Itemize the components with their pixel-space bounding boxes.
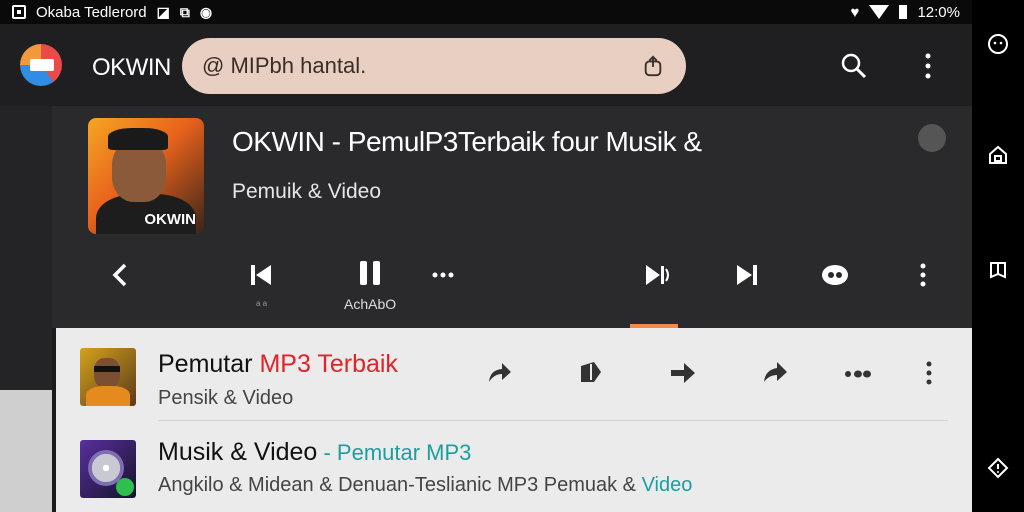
wifi-icon (869, 5, 890, 19)
sync-icon: ◉ (199, 3, 213, 20)
status-left-text: Okaba Tedlerord (36, 3, 147, 21)
album-art[interactable]: OKWIN (88, 118, 204, 234)
reply-icon[interactable] (760, 358, 790, 388)
photo-icon: ◪ (156, 3, 170, 20)
system-nav-rail (972, 0, 1024, 512)
list-item[interactable]: Musik & Video - Pemutar MP3 Angkilo & Mi… (56, 420, 972, 512)
track-list: Pemutar MP3 Terbaik Pensik & Video Musik… (56, 328, 972, 512)
status-bar: Okaba Tedlerord ◪ ⧉ ◉ ♥ 12:0% (0, 0, 972, 24)
skip-next-icon[interactable] (730, 258, 764, 292)
forward-icon[interactable] (668, 358, 698, 388)
left-strip (0, 106, 52, 390)
list-item-thumbnail (80, 348, 136, 406)
signal-icon: ♥ (850, 3, 860, 21)
album-art-figure-hat (108, 128, 168, 150)
list-item-more-vert-icon[interactable] (914, 358, 944, 388)
recents-icon[interactable] (986, 258, 1010, 282)
more-horiz-icon[interactable] (426, 258, 460, 292)
list-item-title-accent: MP3 Terbaik (259, 350, 398, 378)
search-bar[interactable] (182, 38, 686, 94)
battery-icon (899, 5, 908, 19)
list-item-title-accent: Pemutar MP3 (336, 440, 472, 465)
list-item-subtitle-accent: Video (641, 474, 693, 496)
status-left: Okaba Tedlerord ◪ ⧉ ◉ (12, 4, 212, 21)
share-icon[interactable] (642, 55, 664, 77)
list-item-subtitle: Pensik & Video (158, 387, 294, 409)
list-item-title: Pemutar MP3 Terbaik (158, 350, 398, 379)
album-art-text: OKWIN (144, 211, 196, 228)
cast-status-icon: ⧉ (179, 3, 190, 20)
app-logo (20, 44, 62, 86)
search-input[interactable] (202, 53, 622, 79)
pause-icon[interactable] (353, 256, 387, 290)
list-item-title-plain: Pemutar (158, 350, 260, 378)
previous-icon[interactable] (244, 258, 278, 292)
play-label: AchAbO (344, 296, 397, 312)
home-icon[interactable] (986, 143, 1010, 167)
track-subtitle: Pemuik & Video (232, 180, 382, 203)
assistant-icon[interactable] (986, 32, 1010, 56)
left-strip-bottom (0, 390, 52, 512)
status-right-text: 12:0% (917, 3, 960, 21)
share-forward-icon[interactable] (484, 358, 514, 388)
search-icon[interactable] (840, 52, 868, 80)
app-name: OKWIN (92, 54, 171, 81)
back-nav-icon[interactable] (986, 456, 1010, 480)
back-icon[interactable] (104, 258, 138, 292)
next-alt-icon[interactable] (640, 258, 674, 292)
more-vert-icon[interactable] (918, 52, 938, 80)
more-options-icon[interactable] (842, 358, 872, 388)
profile-avatar[interactable] (918, 124, 946, 152)
screen: Okaba Tedlerord ◪ ⧉ ◉ ♥ 12:0% OKWIN @ MI… (0, 0, 1024, 512)
list-item-subtitle-plain: Angkilo & Midean & Denuan-Teslianic MP3 … (158, 474, 642, 496)
app-bar: OKWIN (0, 24, 972, 106)
cast-icon[interactable] (818, 258, 852, 292)
tiny-label: a a (256, 299, 268, 308)
list-item-thumbnail (80, 440, 136, 498)
now-playing-panel: OKWIN OKWIN - PemulP3Terbaik four Musik … (52, 106, 972, 328)
status-right: ♥ 12:0% (851, 4, 960, 21)
notification-icon (12, 5, 26, 19)
bookmark-icon[interactable] (576, 358, 606, 388)
player-more-vert-icon[interactable] (906, 258, 940, 292)
list-item-subtitle: Angkilo & Midean & Denuan-Teslianic MP3 … (158, 474, 692, 497)
list-item-title-separator: - (317, 440, 337, 465)
track-title: OKWIN - PemulP3Terbaik four Musik & (232, 126, 702, 157)
list-item[interactable]: Pemutar MP3 Terbaik Pensik & Video (56, 328, 972, 421)
list-item-title-plain: Musik & Video (158, 438, 318, 466)
list-item-title: Musik & Video - Pemutar MP3 (158, 438, 471, 467)
